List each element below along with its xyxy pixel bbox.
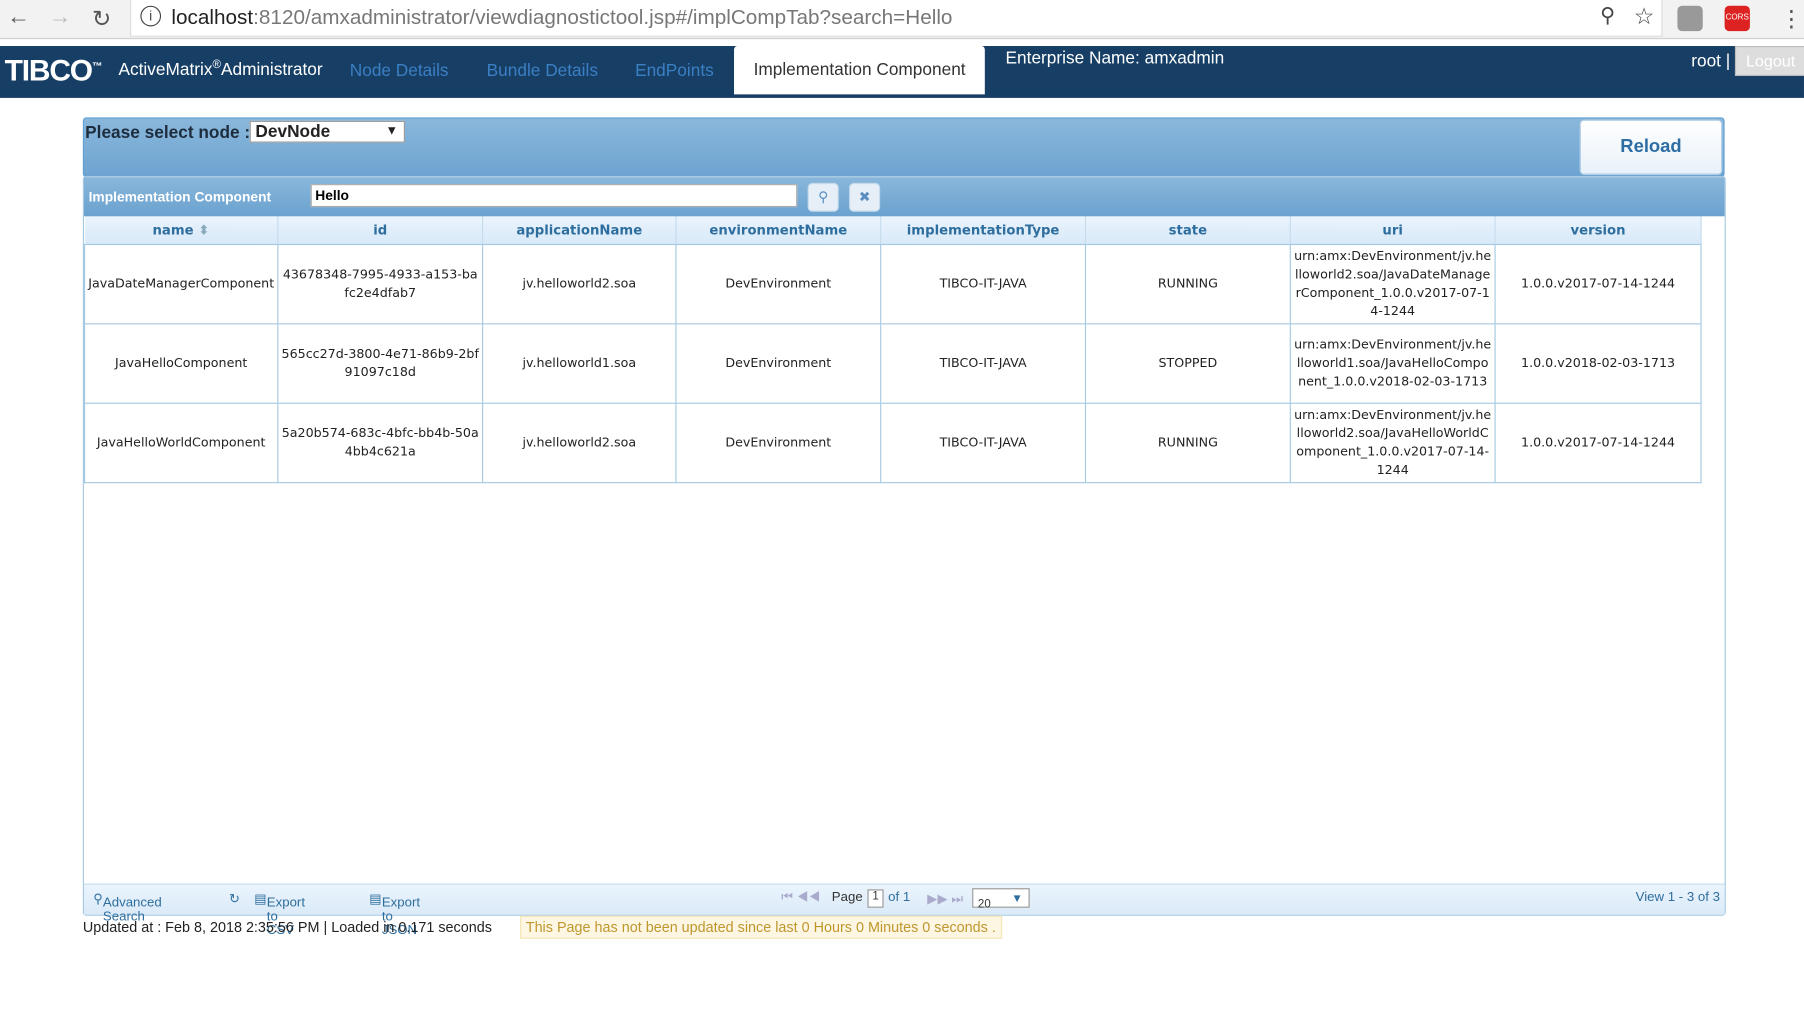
node-select-panel: Please select node : DevNode ▼ Reload (82, 117, 1725, 178)
cell-version: 1.0.0.v2017-07-14-1244 (1494, 402, 1702, 484)
cell-environmentName: DevEnvironment (675, 243, 882, 325)
page-count: of 1 (888, 890, 911, 905)
cell-uri: urn:amx:DevEnvironment/jv.helloworld2.so… (1289, 243, 1496, 325)
cell-id: 43678348-7995-4933-a153-bafc2e4dfab7 (277, 243, 484, 325)
cell-uri: urn:amx:DevEnvironment/jv.helloworld2.so… (1289, 402, 1496, 484)
forward-icon[interactable]: → (48, 5, 71, 31)
table-row[interactable]: JavaDateManagerComponent 43678348-7995-49… (83, 243, 1702, 325)
tab-endpoints[interactable]: EndPoints (635, 61, 714, 81)
column-header-state[interactable]: state (1085, 216, 1291, 246)
cell-applicationName: jv.helloworld2.soa (482, 402, 677, 484)
rows-per-page-select[interactable]: 20 ▼ (972, 888, 1030, 911)
cell-implementationType: TIBCO-IT-JAVA (880, 243, 1087, 325)
cell-state: RUNNING (1084, 402, 1291, 484)
clear-icon[interactable]: ✖ (849, 182, 881, 212)
page-input[interactable]: 1 (867, 889, 884, 908)
results-table: name ⬍ id applicationName environmentName im… (83, 216, 1702, 484)
extension-icon[interactable] (1677, 5, 1703, 32)
reload-button[interactable]: Reload (1579, 119, 1723, 175)
update-status: Updated at : Feb 8, 2018 2:35:56 PM | Lo… (82, 919, 492, 936)
cell-name: JavaDateManagerComponent (83, 243, 279, 325)
product-name: ActiveMatrix®Administrator (118, 58, 323, 80)
column-header-applicationName[interactable]: applicationName (482, 216, 677, 246)
first-prev-page-icon[interactable]: ⏮ ◀◀ (781, 890, 820, 905)
node-select[interactable]: DevNode ▼ (249, 120, 405, 143)
page-label: Page (831, 890, 863, 905)
table-row[interactable]: JavaHelloComponent 565cc27d-3800-4e71-86b… (83, 323, 1702, 404)
grid-title: Implementation Component (88, 188, 272, 205)
cell-name: JavaHelloComponent (83, 323, 279, 404)
enterprise-name: Enterprise Name: amxadmin (1005, 48, 1225, 68)
address-bar[interactable]: i localhost:8120/amxadministrator/viewdi… (130, 0, 1663, 37)
cell-id: 5a20b574-683c-4bfc-bb4b-50a4bb4c621a (277, 402, 484, 484)
column-header-environmentName[interactable]: environmentName (675, 216, 882, 246)
cell-state: STOPPED (1084, 323, 1291, 404)
export-csv-link[interactable]: ▤ Export to CSV (254, 890, 305, 938)
url-host: localhost (171, 5, 254, 29)
refresh-icon[interactable]: ↻ (229, 890, 240, 907)
info-icon[interactable]: i (140, 5, 162, 27)
browser-toolbar: ← → ↻ i localhost:8120/amxadministrator/… (0, 0, 1804, 40)
app-header: TIBCO™ ActiveMatrix®Administrator Node D… (0, 46, 1804, 98)
next-last-page-icon[interactable]: ▶▶ ⏭ (927, 890, 963, 907)
sort-icon[interactable]: ⬍ (194, 222, 209, 238)
cell-version: 1.0.0.v2018-02-03-1713 (1494, 323, 1702, 404)
username: root | (1691, 51, 1731, 72)
zoom-icon[interactable]: ⚲ (1600, 3, 1615, 27)
search-input[interactable]: Hello (310, 184, 798, 208)
update-warning: This Page has not been updated since las… (520, 915, 1002, 939)
dropdown-arrow-icon: ▼ (385, 124, 399, 139)
tibco-logo: TIBCO™ (4, 52, 103, 88)
view-count: View 1 - 3 of 3 (1635, 890, 1720, 905)
column-header-name[interactable]: name ⬍ (84, 216, 279, 246)
column-header-implementationType[interactable]: implementationType (880, 216, 1087, 246)
cell-id: 565cc27d-3800-4e71-86b9-2bf91097c18d (277, 323, 484, 404)
column-header-version[interactable]: version (1495, 216, 1702, 246)
tab-node-details[interactable]: Node Details (350, 61, 449, 81)
url-path: :8120/amxadministrator/viewdiagnostictoo… (253, 5, 953, 29)
implementation-component-grid: Implementation Component Hello ⚲ ✖ name … (82, 176, 1726, 938)
advanced-search-link[interactable]: ⚲ Advanced Search (93, 890, 162, 924)
cell-uri: urn:amx:DevEnvironment/jv.helloworld1.so… (1289, 323, 1496, 404)
menu-icon[interactable]: ⋮ (1780, 5, 1803, 34)
cell-applicationName: jv.helloworld2.soa (482, 243, 677, 325)
star-icon[interactable]: ☆ (1634, 2, 1655, 31)
tab-bundle-details[interactable]: Bundle Details (487, 61, 598, 81)
cell-applicationName: jv.helloworld1.soa (482, 323, 677, 404)
column-header-uri[interactable]: uri (1290, 216, 1496, 246)
cell-environmentName: DevEnvironment (675, 402, 882, 484)
logout-button[interactable]: Logout (1734, 46, 1804, 76)
back-icon[interactable]: ← (7, 5, 30, 31)
column-header-id[interactable]: id (277, 216, 484, 246)
cors-extension-icon[interactable]: CORS (1724, 5, 1750, 32)
grid-pager: ⚲ Advanced Search ↻ ▤ Export to CSV ▤ Ex… (83, 883, 1725, 938)
cell-name: JavaHelloWorldComponent (83, 402, 279, 484)
table-row[interactable]: JavaHelloWorldComponent 5a20b574-683c-4bf… (83, 402, 1702, 484)
cell-implementationType: TIBCO-IT-JAVA (880, 323, 1087, 404)
cell-implementationType: TIBCO-IT-JAVA (880, 402, 1087, 484)
cell-state: RUNNING (1084, 243, 1291, 325)
export-json-link[interactable]: ▤ Export to JSON (369, 890, 420, 938)
node-select-label: Please select node : (85, 123, 251, 143)
cell-environmentName: DevEnvironment (675, 323, 882, 404)
search-icon[interactable]: ⚲ (807, 182, 839, 212)
reload-icon[interactable]: ↻ (92, 5, 111, 34)
cell-version: 1.0.0.v2017-07-14-1244 (1494, 243, 1702, 325)
tab-implementation-component[interactable]: Implementation Component (734, 46, 986, 95)
